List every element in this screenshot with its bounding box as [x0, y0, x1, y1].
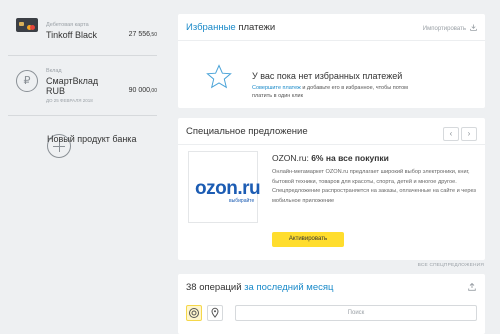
- operations-search-input[interactable]: Поиск: [235, 305, 477, 321]
- ozon-logo[interactable]: ozon.ru выбирайте: [188, 151, 261, 223]
- account-type: Вклад: [46, 68, 62, 74]
- divider: [8, 115, 157, 116]
- period-link[interactable]: за последний месяц: [244, 282, 333, 293]
- deposit-until: до 25 февраля 2018: [46, 98, 93, 103]
- account-smartvklad[interactable]: ₽ Вклад СмартВклад RUB 90 000,00 до 25 ф…: [14, 66, 157, 106]
- account-tinkoff-black[interactable]: Дебетовая карта Tinkoff Black 27 556,50: [14, 16, 157, 44]
- favorites-header: Избранные платежи Импортировать: [178, 14, 485, 41]
- account-currency: RUB: [46, 86, 66, 96]
- account-type: Дебетовая карта: [46, 22, 89, 28]
- account-name: СмартВклад: [46, 76, 99, 86]
- offer-description: Онлайн-мегамаркет OZON.ru предлагает шир…: [272, 169, 476, 204]
- account-balance: 27 556,50: [128, 31, 157, 38]
- target-icon: [189, 308, 199, 318]
- activate-button[interactable]: Активировать: [272, 232, 344, 247]
- star-icon: [206, 64, 232, 89]
- ruble-icon: ₽: [16, 70, 38, 92]
- make-payment-link[interactable]: Совершите платеж: [252, 85, 301, 91]
- account-name: Tinkoff Black: [46, 30, 98, 40]
- operations-title: 38 операций за последний месяц: [186, 282, 334, 293]
- bank-card-icon: [16, 18, 38, 32]
- ozon-logo-tag: выбирайте: [229, 198, 255, 204]
- all-special-offers-link[interactable]: ВСЕ СПЕЦПРЕДЛОЖЕНИЯ: [418, 263, 484, 268]
- download-icon: [470, 24, 477, 31]
- export-icon[interactable]: [468, 283, 476, 291]
- next-offer-button[interactable]: ›: [461, 127, 477, 141]
- favorites-panel: Избранные платежи Импортировать У вас по…: [178, 14, 485, 108]
- favorites-empty-text: Совершите платеж и добавьте его в избран…: [252, 85, 408, 99]
- account-balance: 90 000,00: [128, 87, 157, 94]
- prev-offer-button[interactable]: ‹: [443, 127, 459, 141]
- map-pin-icon: [211, 307, 219, 318]
- favorites-empty-title: У вас пока нет избранных платежей: [252, 71, 403, 81]
- offer-pager: ‹ ›: [441, 123, 477, 141]
- location-filter-button[interactable]: [207, 305, 223, 321]
- divider: [8, 55, 157, 56]
- favorites-link[interactable]: Избранные: [186, 22, 236, 33]
- offer-section-title: Специальное предложение: [186, 126, 308, 137]
- new-product-label: Новый продукт банка: [47, 134, 137, 144]
- category-filter-button[interactable]: [186, 305, 202, 321]
- import-button[interactable]: Импортировать: [423, 24, 477, 32]
- favorites-title: Избранные платежи: [186, 22, 276, 33]
- offer-header: Специальное предложение ‹ ›: [178, 118, 485, 145]
- accounts-sidebar: Дебетовая карта Tinkoff Black 27 556,50 …: [0, 0, 165, 334]
- special-offer-panel: Специальное предложение ‹ › ozon.ru выбир…: [178, 118, 485, 260]
- operations-panel: 38 операций за последний месяц Поиск: [178, 274, 485, 334]
- ozon-logo-text: ozon.ru: [195, 178, 261, 199]
- offer-title: OZON.ru: 6% на все покупки: [272, 153, 389, 163]
